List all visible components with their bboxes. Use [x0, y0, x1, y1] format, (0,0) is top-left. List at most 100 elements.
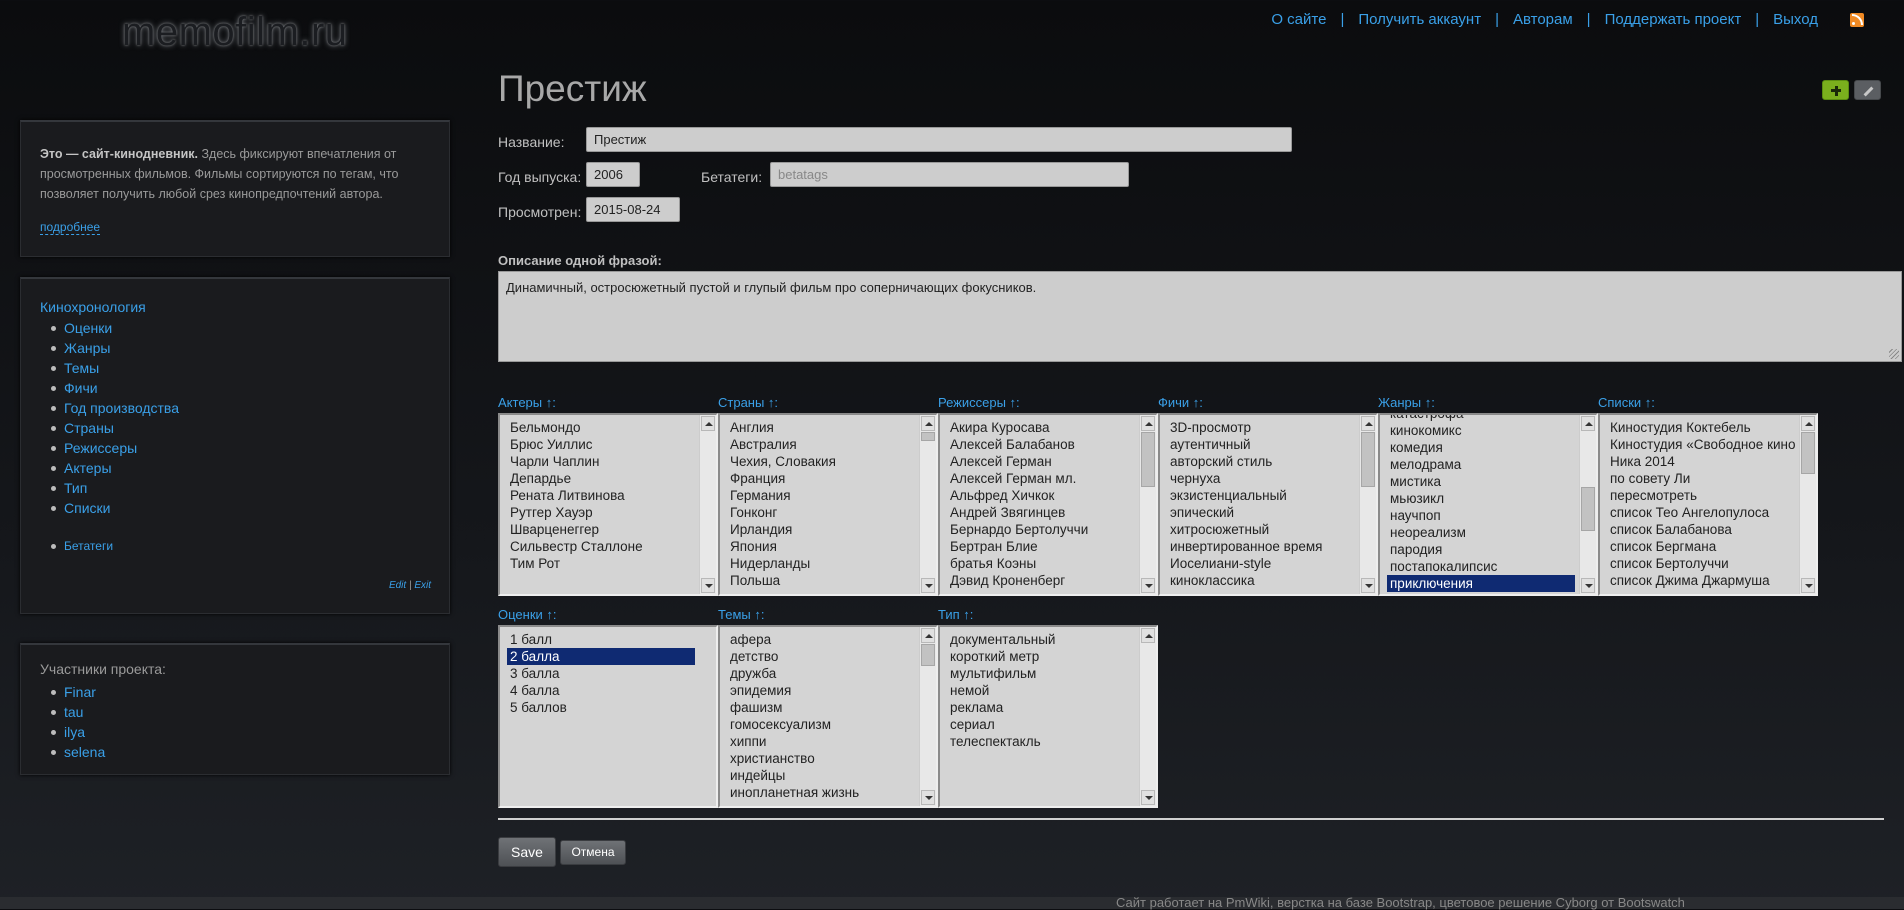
list-option[interactable]: аутентичный: [1167, 436, 1355, 453]
list-option-selected[interactable]: приключения: [1387, 575, 1575, 592]
name-input[interactable]: Престиж: [586, 127, 1292, 152]
list-option[interactable]: Алексей Герман мл.: [947, 470, 1135, 487]
list-option[interactable]: 5 баллов: [507, 699, 695, 716]
nav-logout[interactable]: Выход: [1773, 11, 1818, 28]
list-option[interactable]: Англия: [727, 419, 915, 436]
scroll-up-icon[interactable]: [921, 416, 935, 431]
genres-sort-link[interactable]: Жанры ↑:: [1378, 395, 1435, 410]
list-option[interactable]: Бельмондо: [507, 419, 695, 436]
list-option[interactable]: мистика: [1387, 473, 1575, 490]
directors-listbox[interactable]: Акира Куросава Алексей Балабанов Алексей…: [938, 413, 1158, 596]
actors-listbox[interactable]: Бельмондо Брюс Уиллис Чарли Чаплин Депар…: [498, 413, 718, 596]
add-button[interactable]: [1822, 80, 1849, 100]
scroll-up-icon[interactable]: [1581, 416, 1595, 431]
list-option[interactable]: реклама: [947, 699, 1135, 716]
list-option[interactable]: по совету Ли: [1607, 470, 1795, 487]
sidebar-item-directors[interactable]: Режиссеры: [64, 440, 137, 456]
list-option[interactable]: Сильвестр Сталлоне: [507, 538, 695, 555]
nav-about[interactable]: О сайте: [1271, 11, 1326, 28]
scrollbar[interactable]: [1139, 627, 1156, 806]
countries-sort-link[interactable]: Страны ↑:: [718, 395, 778, 410]
scroll-down-icon[interactable]: [921, 790, 935, 805]
scrollbar[interactable]: [919, 627, 936, 806]
list-option[interactable]: Алексей Балабанов: [947, 436, 1135, 453]
scrollbar[interactable]: [1579, 415, 1596, 594]
sidebar-item-themes[interactable]: Темы: [64, 360, 99, 376]
list-option[interactable]: эпический: [1167, 504, 1355, 521]
edit-link[interactable]: Edit: [389, 580, 406, 591]
scroll-down-icon[interactable]: [1801, 578, 1815, 593]
scroll-up-icon[interactable]: [1141, 416, 1155, 431]
actors-sort-link[interactable]: Актеры ↑:: [498, 395, 556, 410]
sidebar-item-betatags[interactable]: Бетатеги: [64, 539, 113, 553]
list-option[interactable]: мьюзикл: [1387, 490, 1575, 507]
list-option[interactable]: детство: [727, 648, 915, 665]
list-option[interactable]: чернуха: [1167, 470, 1355, 487]
scroll-thumb[interactable]: [1141, 432, 1155, 487]
list-option[interactable]: индейцы: [727, 767, 915, 784]
sidebar-item-type[interactable]: Тип: [64, 480, 87, 496]
scroll-up-icon[interactable]: [1361, 416, 1375, 431]
list-option[interactable]: Иоселиани-style: [1167, 555, 1355, 572]
list-option[interactable]: Тим Рот: [507, 555, 695, 572]
year-input[interactable]: 2006: [586, 162, 640, 187]
list-option[interactable]: Рената Литвинова: [507, 487, 695, 504]
list-option[interactable]: документальный: [947, 631, 1135, 648]
ratings-sort-link[interactable]: Оценки ↑:: [498, 607, 557, 622]
member-link[interactable]: Finar: [64, 684, 96, 700]
scroll-up-icon[interactable]: [1141, 628, 1155, 643]
save-button[interactable]: Save: [498, 837, 556, 867]
list-option[interactable]: список Джима Джармуша: [1607, 572, 1795, 589]
list-option[interactable]: Акира Куросава: [947, 419, 1135, 436]
scroll-up-icon[interactable]: [1801, 416, 1815, 431]
list-option[interactable]: список Бергмана: [1607, 538, 1795, 555]
list-option[interactable]: Франция: [727, 470, 915, 487]
list-option[interactable]: Брюс Уиллис: [507, 436, 695, 453]
list-option[interactable]: Ника 2014: [1607, 453, 1795, 470]
member-link[interactable]: tau: [64, 704, 83, 720]
list-option[interactable]: христианство: [727, 750, 915, 767]
list-option[interactable]: Нидерланды: [727, 555, 915, 572]
list-option[interactable]: Чарли Чаплин: [507, 453, 695, 470]
member-link[interactable]: selena: [64, 744, 105, 760]
sidebar-item-features[interactable]: Фичи: [64, 380, 98, 396]
list-option[interactable]: Польша: [727, 572, 915, 589]
type-sort-link[interactable]: Тип ↑:: [938, 607, 973, 622]
list-option[interactable]: 4 балла: [507, 682, 695, 699]
scrollbar[interactable]: [699, 415, 716, 594]
list-option[interactable]: пересмотреть: [1607, 487, 1795, 504]
list-option[interactable]: Алексей Герман: [947, 453, 1135, 470]
resize-grip-icon[interactable]: [1889, 349, 1899, 359]
nav-authors[interactable]: Авторам: [1513, 11, 1573, 28]
scroll-thumb[interactable]: [921, 644, 935, 666]
scroll-down-icon[interactable]: [921, 578, 935, 593]
genres-listbox[interactable]: катастрофа кинокомикс комедия мелодрама …: [1378, 413, 1598, 596]
list-option[interactable]: список Тео Ангелопулоса: [1607, 504, 1795, 521]
nav-support[interactable]: Поддержать проект: [1605, 11, 1742, 28]
list-option[interactable]: Рутгер Хауэр: [507, 504, 695, 521]
scroll-thumb[interactable]: [1801, 432, 1815, 474]
type-listbox[interactable]: документальный короткий метр мультифильм…: [938, 625, 1158, 808]
list-option[interactable]: короткий метр: [947, 648, 1135, 665]
list-option[interactable]: Бернардо Бертолуччи: [947, 521, 1135, 538]
list-option[interactable]: Ирландия: [727, 521, 915, 538]
list-option[interactable]: дружба: [727, 665, 915, 682]
list-option[interactable]: авторский стиль: [1167, 453, 1355, 470]
themes-listbox[interactable]: афера детство дружба эпидемия фашизм гом…: [718, 625, 938, 808]
list-option[interactable]: хитросюжетный: [1167, 521, 1355, 538]
list-option[interactable]: 1 балл: [507, 631, 695, 648]
features-sort-link[interactable]: Фичи ↑:: [1158, 395, 1203, 410]
list-option[interactable]: 3D-просмотр: [1167, 419, 1355, 436]
list-option[interactable]: инопланетная жизнь: [727, 784, 915, 801]
list-option[interactable]: Киностудия Коктебель: [1607, 419, 1795, 436]
list-option[interactable]: Австралия: [727, 436, 915, 453]
list-option[interactable]: хиппи: [727, 733, 915, 750]
exit-link[interactable]: Exit: [414, 580, 431, 591]
list-option[interactable]: Киностудия «Свободное кино»: [1607, 436, 1795, 453]
list-option[interactable]: Гонконг: [727, 504, 915, 521]
list-option[interactable]: Япония: [727, 538, 915, 555]
list-option[interactable]: комедия: [1387, 439, 1575, 456]
list-option[interactable]: неореализм: [1387, 524, 1575, 541]
list-option[interactable]: немой: [947, 682, 1135, 699]
lists-listbox[interactable]: Киностудия Коктебель Киностудия «Свободн…: [1598, 413, 1818, 596]
